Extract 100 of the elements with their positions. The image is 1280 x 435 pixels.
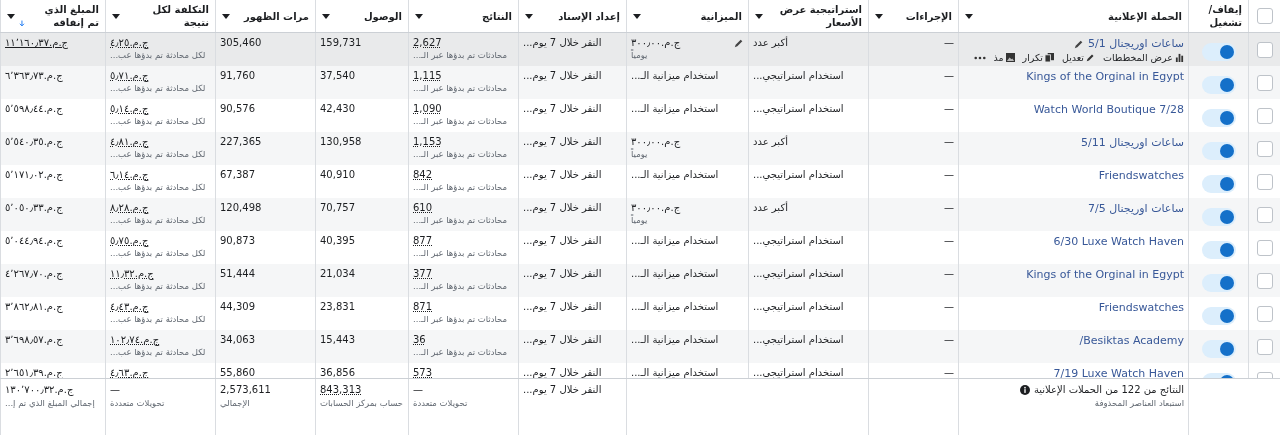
table-cell: 23,831 bbox=[320, 301, 355, 312]
row-checkbox[interactable] bbox=[1256, 305, 1273, 322]
column-header[interactable]: إعداد الإسناد bbox=[558, 9, 620, 23]
cell-note: محادثات تم بدؤها عبر الـ... bbox=[413, 116, 508, 126]
table-cell[interactable]: ج.م.٥٫١٤ bbox=[110, 103, 149, 114]
toggle-switch[interactable] bbox=[1201, 174, 1236, 193]
table-cell[interactable]: 871 bbox=[413, 301, 433, 312]
row-checkbox[interactable] bbox=[1256, 74, 1273, 91]
caret-icon[interactable] bbox=[633, 13, 641, 19]
campaign-link[interactable]: ساعات اوريجنال 7/5 bbox=[1087, 202, 1184, 215]
table-cell: النقر خلال 7 يوم... bbox=[523, 334, 602, 345]
select-all-checkbox[interactable] bbox=[1256, 8, 1273, 24]
table-cell[interactable]: 36 bbox=[413, 334, 426, 345]
campaign-link[interactable]: 6/30 Luxe Watch Haven bbox=[1053, 235, 1184, 248]
table-cell: — bbox=[944, 169, 954, 180]
table-cell[interactable]: 2,627 bbox=[413, 37, 442, 48]
summary-note: استبعاد العناصر المحذوفة bbox=[1094, 398, 1184, 408]
table-cell[interactable]: 1,090 bbox=[413, 103, 442, 114]
quick-action-link[interactable]: تعديل bbox=[1061, 52, 1095, 63]
table-cell[interactable]: ج.م.٤٫٨١ bbox=[110, 136, 149, 147]
quick-action-link[interactable]: تكرار bbox=[1022, 52, 1054, 63]
campaign-link[interactable]: ساعات اوريجنال 5/1 bbox=[1087, 37, 1184, 50]
toggle-switch[interactable] bbox=[1201, 273, 1236, 292]
table-cell[interactable]: 843,313 bbox=[320, 384, 362, 395]
row-checkbox[interactable] bbox=[1256, 338, 1273, 355]
row-checkbox[interactable] bbox=[1256, 272, 1273, 289]
table-cell[interactable]: ج.م.٤٫٢٥ bbox=[110, 37, 149, 48]
copy-icon bbox=[1044, 53, 1054, 62]
column-header[interactable]: النتائج bbox=[481, 9, 512, 23]
column-header[interactable]: استراتيجية عرض الأسعار bbox=[767, 3, 862, 29]
campaign-link[interactable]: Kings of the Orginal in Egypt bbox=[1026, 70, 1184, 83]
table-cell[interactable]: ج.م.٦٫١٤ bbox=[110, 169, 149, 180]
table-cell[interactable]: ج.م.٤٫٦٣ bbox=[110, 367, 149, 378]
caret-icon[interactable] bbox=[112, 13, 120, 19]
row-checkbox[interactable] bbox=[1256, 41, 1273, 58]
column-header[interactable]: الوصول bbox=[363, 9, 402, 23]
campaign-link[interactable]: 7/19 Luxe Watch Haven bbox=[1053, 367, 1184, 378]
table-cell[interactable]: 573 bbox=[413, 367, 433, 378]
quick-action-link[interactable]: عرض المخططات bbox=[1103, 52, 1184, 63]
table-cell: استخدام ميزانية الـ... bbox=[631, 268, 719, 279]
table-cell[interactable]: ج.م.٥٫٧١ bbox=[110, 70, 149, 81]
table-cell[interactable]: 842 bbox=[413, 169, 433, 180]
table-cell[interactable]: 1,153 bbox=[413, 136, 442, 147]
row-checkbox[interactable] bbox=[1256, 206, 1273, 223]
caret-icon[interactable] bbox=[755, 13, 763, 19]
table-cell: ج.م.٣٬٦٩٨٫٥٧ bbox=[5, 334, 63, 345]
column-header[interactable]: الميزانية bbox=[700, 9, 742, 23]
table-cell[interactable]: ج.م.٥٫٧٥ bbox=[110, 235, 149, 246]
column-header[interactable]: المبلغ الذي تم إنفاقه bbox=[30, 3, 99, 29]
table-cell: النقر خلال 7 يوم... bbox=[523, 70, 602, 81]
column-header[interactable]: إيقاف/ تشغيل bbox=[1195, 3, 1242, 29]
table-cell: ج.م.٢٬٦٥١٫٣٩ bbox=[5, 367, 63, 378]
campaign-link[interactable]: Watch World Boutique 7/28 bbox=[1033, 103, 1184, 116]
caret-icon[interactable] bbox=[322, 13, 330, 19]
more-icon[interactable] bbox=[973, 55, 986, 60]
table-cell[interactable]: ج.م.١١٫٣٢ bbox=[110, 268, 154, 279]
toggle-switch[interactable] bbox=[1201, 240, 1236, 259]
table-cell: 70,757 bbox=[320, 202, 355, 213]
toggle-switch[interactable] bbox=[1201, 42, 1236, 61]
table-cell[interactable]: 610 bbox=[413, 202, 433, 213]
row-checkbox[interactable] bbox=[1256, 239, 1273, 256]
campaign-link[interactable]: Friendswatches bbox=[1098, 301, 1184, 314]
row-checkbox[interactable] bbox=[1256, 173, 1273, 190]
toggle-switch[interactable] bbox=[1201, 75, 1236, 94]
table-cell[interactable]: ج.م.٨٫٢٨ bbox=[110, 202, 149, 213]
toggle-switch[interactable] bbox=[1201, 108, 1236, 127]
edit-icon[interactable] bbox=[734, 37, 744, 48]
row-checkbox[interactable] bbox=[1256, 140, 1273, 157]
campaign-link[interactable]: Kings of the Orginal in Egypt bbox=[1026, 268, 1184, 281]
column-header[interactable]: التكلفة لكل نتيجة bbox=[124, 3, 209, 29]
table-cell: النقر خلال 7 يوم... bbox=[523, 367, 602, 378]
table-cell[interactable]: 1,115 bbox=[413, 70, 442, 81]
table-cell: ج.م.٤٬٢٦٧٫٧٠ bbox=[5, 268, 63, 279]
campaign-link[interactable]: ساعات اوريجنال 5/11 bbox=[1080, 136, 1184, 149]
caret-icon[interactable] bbox=[875, 13, 883, 19]
table-cell[interactable]: 877 bbox=[413, 235, 433, 246]
column-header[interactable]: الإجراءات bbox=[905, 9, 952, 23]
quick-action-link[interactable]: مذ bbox=[993, 52, 1015, 63]
toggle-switch[interactable] bbox=[1201, 207, 1236, 226]
cell-note: تحويلات متعددة bbox=[413, 398, 468, 408]
edit-icon[interactable] bbox=[1073, 38, 1084, 49]
toggle-switch[interactable] bbox=[1201, 141, 1236, 160]
table-cell[interactable]: 377 bbox=[413, 268, 433, 279]
row-checkbox[interactable] bbox=[1256, 107, 1273, 124]
campaign-link[interactable]: /Besiktas Academy bbox=[1079, 334, 1184, 347]
caret-icon[interactable] bbox=[222, 13, 230, 19]
info-icon[interactable] bbox=[1019, 384, 1030, 395]
toggle-switch[interactable] bbox=[1201, 339, 1236, 358]
caret-icon[interactable] bbox=[415, 13, 423, 19]
table-cell: استخدام استراتيجي... bbox=[753, 301, 844, 312]
toggle-switch[interactable] bbox=[1201, 306, 1236, 325]
column-header[interactable]: الحملة الإعلانية bbox=[1108, 9, 1182, 23]
caret-icon[interactable] bbox=[7, 13, 15, 19]
table-cell[interactable]: ج.م.١٠٢٫٧٤ bbox=[110, 334, 160, 345]
column-header[interactable]: مرات الظهور bbox=[244, 9, 309, 23]
campaign-link[interactable]: Friendswatches bbox=[1098, 169, 1184, 182]
caret-icon[interactable] bbox=[965, 13, 973, 19]
table-cell: 40,395 bbox=[320, 235, 355, 246]
table-cell[interactable]: ج.م.٤٫٤٣ bbox=[110, 301, 149, 312]
caret-icon[interactable] bbox=[525, 13, 533, 19]
